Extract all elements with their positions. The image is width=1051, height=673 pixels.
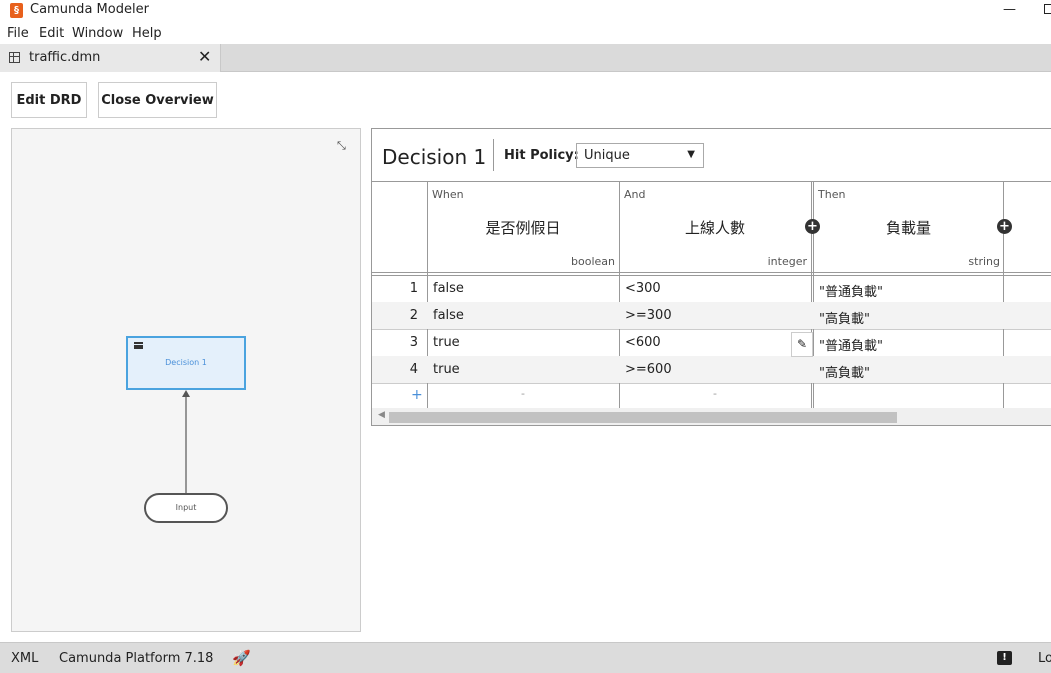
horizontal-scrollbar[interactable]: ◀	[372, 408, 1051, 425]
table-row: 4 true >=600 "高負載"	[372, 356, 1051, 383]
tab-traffic-dmn[interactable]: traffic.dmn ✕	[0, 44, 221, 72]
clause-label: Then	[818, 188, 846, 201]
add-output-icon[interactable]: +	[997, 219, 1012, 234]
table-row: 1 false <300 "普通負載"	[372, 275, 1051, 302]
row-number: 3	[409, 335, 418, 350]
drd-decision-label: Decision 1	[165, 358, 207, 367]
tab-bar: traffic.dmn ✕	[0, 44, 1051, 72]
table-cell[interactable]: false	[433, 308, 464, 323]
drd-decision-node[interactable]: Decision 1	[126, 336, 246, 390]
chevron-down-icon: ▼	[687, 149, 695, 160]
menu-edit[interactable]: Edit	[39, 26, 64, 41]
hit-policy-select[interactable]: Unique ▼	[576, 143, 704, 168]
empty-cell: -	[713, 387, 717, 400]
input-column-header[interactable]: 上線人數	[620, 217, 810, 238]
status-bar: XML Camunda Platform 7.18 🚀 ! Lo	[0, 642, 1051, 673]
divider	[372, 272, 1051, 273]
table-cell[interactable]: false	[433, 281, 464, 296]
table-cell[interactable]: >=600	[625, 362, 672, 377]
add-rule-icon[interactable]: +	[411, 387, 423, 403]
deploy-rocket-icon[interactable]: 🚀	[232, 649, 251, 667]
xml-toggle[interactable]: XML	[11, 651, 38, 666]
table-icon	[9, 52, 20, 63]
menu-file[interactable]: File	[7, 26, 29, 41]
drd-input-label: Input	[175, 503, 197, 512]
column-type-label: integer	[767, 255, 807, 268]
table-cell[interactable]: true	[433, 335, 460, 350]
empty-cell: -	[521, 387, 525, 400]
table-cell[interactable]: <300	[625, 281, 661, 296]
table-cell[interactable]: "普通負載"	[819, 335, 883, 354]
platform-version[interactable]: Camunda Platform 7.18	[59, 651, 213, 666]
scroll-left-icon[interactable]: ◀	[378, 410, 385, 420]
scrollbar-thumb[interactable]	[389, 412, 897, 423]
close-overview-button[interactable]: Close Overview	[98, 82, 217, 118]
row-number: 1	[409, 281, 418, 296]
drd-input-node[interactable]: Input	[144, 493, 228, 523]
clause-label: And	[624, 188, 646, 201]
menu-bar: File Edit Window Help	[0, 24, 1051, 44]
title-divider	[493, 139, 494, 171]
table-cell[interactable]: true	[433, 362, 460, 377]
table-cell[interactable]: "普通負載"	[819, 281, 883, 300]
table-cell[interactable]: <600	[625, 335, 661, 350]
camunda-app-icon: §	[10, 3, 23, 18]
output-column-header[interactable]: 負載量	[814, 217, 1003, 238]
table-row: 2 false >=300 "高負載"	[372, 302, 1051, 329]
decision-name[interactable]: Decision 1	[382, 145, 486, 169]
menu-help[interactable]: Help	[132, 26, 162, 41]
edit-drd-button[interactable]: Edit DRD	[11, 82, 87, 118]
hit-policy-label: Hit Policy:	[504, 148, 579, 163]
maximize-icon[interactable]	[1044, 4, 1051, 14]
drd-overview-panel[interactable]: ⤡ Decision 1 Input	[11, 128, 361, 632]
title-bar: § Camunda Modeler —	[0, 0, 1051, 22]
edit-pencil-icon[interactable]: ✎	[791, 332, 813, 357]
clause-label: When	[432, 188, 464, 201]
minimize-icon[interactable]: —	[1003, 2, 1016, 17]
hit-policy-value: Unique	[584, 148, 630, 163]
table-cell[interactable]: >=300	[625, 308, 672, 323]
tab-label: traffic.dmn	[29, 50, 101, 65]
input-column-header[interactable]: 是否例假日	[428, 217, 618, 238]
add-row: + - -	[372, 383, 1051, 410]
decision-table-panel: Decision 1 Hit Policy: Unique ▼ When 是否例…	[371, 128, 1051, 426]
menu-window[interactable]: Window	[72, 26, 123, 41]
log-toggle[interactable]: Lo	[1038, 651, 1051, 666]
app-title: Camunda Modeler	[30, 2, 149, 17]
close-tab-icon[interactable]: ✕	[198, 47, 211, 66]
row-number: 2	[409, 308, 418, 323]
feedback-icon[interactable]: !	[997, 651, 1012, 665]
column-type-label: boolean	[571, 255, 615, 268]
table-cell[interactable]: "高負載"	[819, 362, 870, 381]
row-number: 4	[409, 362, 418, 377]
table-row: 3 true <600 "普通負載"	[372, 329, 1051, 356]
column-type-label: string	[968, 255, 1000, 268]
divider	[372, 181, 1051, 182]
table-cell[interactable]: "高負載"	[819, 308, 870, 327]
decision-table-icon	[134, 342, 143, 349]
